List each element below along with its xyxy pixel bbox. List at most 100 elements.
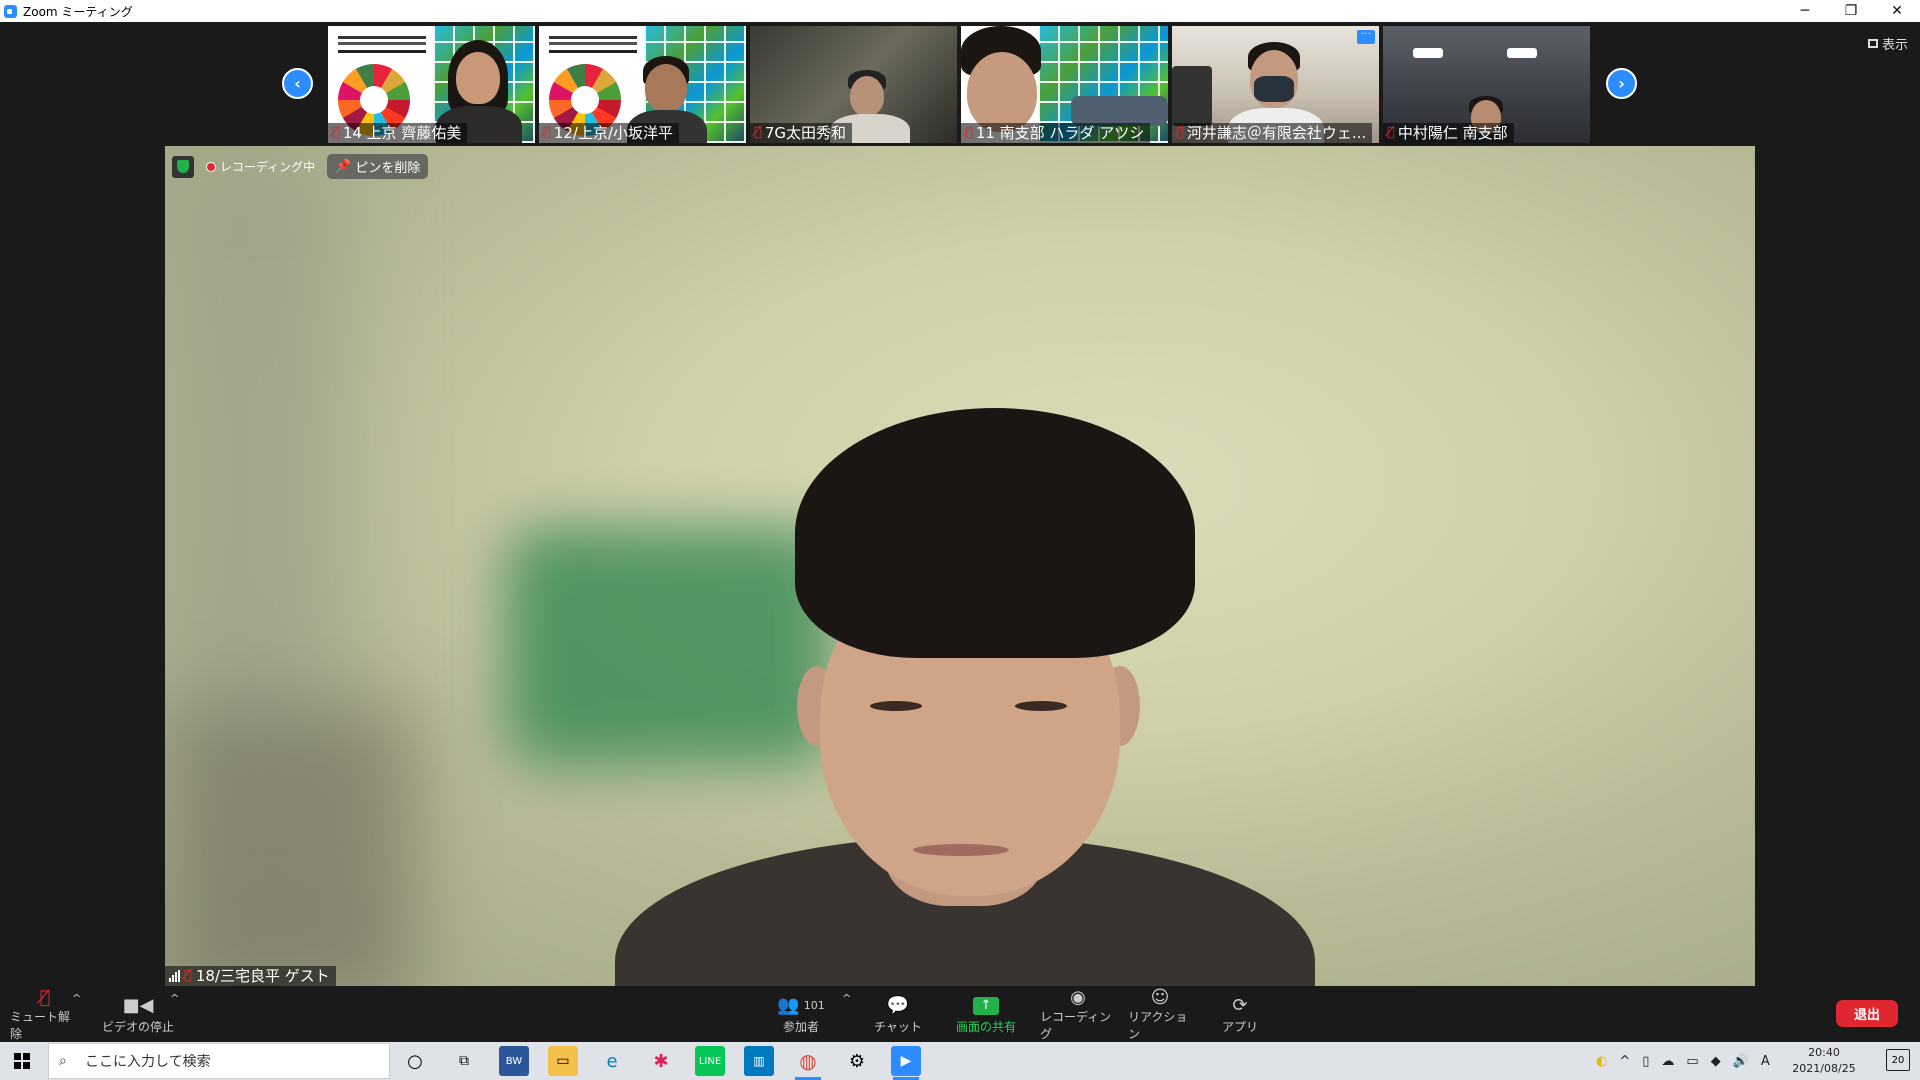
trello-icon[interactable]: ▥ xyxy=(744,1046,774,1076)
dropbox-icon[interactable]: ◆ xyxy=(1711,1054,1721,1069)
reactions-label: リアクション xyxy=(1128,1010,1188,1041)
edge-browser-icon[interactable]: e xyxy=(597,1046,627,1076)
unmute-button[interactable]: 🎙̸ ミュート解除 xyxy=(10,986,80,1042)
speaker-eye-right xyxy=(1015,701,1067,711)
zoom-taskbar-icon[interactable]: ▶ xyxy=(891,1046,921,1080)
participant-name-label: 🎙̸ 7G太田秀和 xyxy=(750,123,852,143)
next-arrow-glyph: › xyxy=(1618,74,1625,93)
unmute-label: ミュート解除 xyxy=(10,1010,71,1041)
taskbar-search-box[interactable]: ⌕ ここに入力して検索 xyxy=(48,1043,390,1079)
participant-tile[interactable]: 🎙̸ 12/上京/小坂洋平 xyxy=(539,26,746,143)
chrome-browser-icon[interactable]: ◍ xyxy=(793,1046,823,1080)
network-icon[interactable]: ▭ xyxy=(1686,1054,1698,1069)
view-label: 表示 xyxy=(1881,38,1908,53)
ime-indicator[interactable]: A xyxy=(1761,1054,1770,1069)
view-toggle-button[interactable]: 表示 xyxy=(1867,34,1908,53)
system-tray: ◐ ^ ▯ ☁ ▭ ◆ 🔊 A xyxy=(1596,1042,1770,1080)
apps-button[interactable]: ⟳ アプリ xyxy=(1220,986,1260,1042)
video-options-caret-icon[interactable]: ^ xyxy=(170,992,179,1005)
recording-dot-icon xyxy=(206,161,216,172)
background-object xyxy=(1071,96,1168,126)
participant-face xyxy=(967,52,1037,132)
background-blur xyxy=(165,146,345,746)
chat-bubble-icon: 💬 xyxy=(886,995,910,1016)
speaker-name: 18/三宅良平 ゲスト xyxy=(195,967,330,985)
participants-label: 参加者 xyxy=(782,1019,819,1034)
pin-icon: 📌 xyxy=(335,159,352,174)
chat-button[interactable]: 💬 チャット xyxy=(870,986,926,1042)
smiley-icon: ☺ xyxy=(1150,986,1170,1008)
background-green-object xyxy=(505,526,835,766)
security-shield-icon[interactable] xyxy=(172,155,194,178)
recording-label: レコーディング中 xyxy=(220,160,316,174)
participant-tile[interactable]: 🎙̸ 14 上京 齊藤佑美 xyxy=(328,26,535,143)
speaker-name-label: 🎙̸ 18/三宅良平 ゲスト xyxy=(165,966,336,986)
speaker-hair xyxy=(795,408,1195,658)
file-explorer-icon[interactable]: ▭ xyxy=(548,1046,578,1076)
tray-cloud-icon[interactable]: ☁ xyxy=(1661,1054,1674,1069)
clock-time: 20:40 xyxy=(1808,1046,1840,1059)
participant-tile[interactable]: 🎙̸ 7G太田秀和 xyxy=(750,26,957,143)
participant-name-label: 🎙̸ 11 南支部 ハラダ アツシ xyxy=(961,123,1151,143)
unpin-button[interactable]: 📌 ピンを削除 xyxy=(327,154,429,179)
participant-name-label: 🎙̸ 河井謙志＠有限会社ウェ... xyxy=(1172,123,1373,143)
participant-name: 河井謙志＠有限会社ウェ... xyxy=(1186,124,1367,142)
weather-moon-icon[interactable]: ◐ xyxy=(1596,1054,1607,1069)
clock-date: 2021/08/25 xyxy=(1792,1062,1856,1075)
participants-options-caret-icon[interactable]: ^ xyxy=(842,992,851,1005)
participant-tile[interactable]: 🎙̸ 11 南支部 ハラダ アツシ xyxy=(961,26,1168,143)
speaker-mouth xyxy=(913,844,1009,856)
active-speaker-video[interactable] xyxy=(165,146,1755,986)
volume-icon[interactable]: 🔊 xyxy=(1733,1054,1749,1069)
face-mask xyxy=(1254,76,1294,102)
system-clock[interactable]: 20:40 2021/08/25 xyxy=(1784,1045,1864,1077)
mic-muted-icon: 🎙̸ xyxy=(1176,125,1184,140)
share-screen-button[interactable]: ↑ 画面の共有 xyxy=(950,986,1022,1042)
mic-muted-icon: 🎙̸ xyxy=(754,125,762,140)
prev-page-arrow-icon[interactable]: ‹ xyxy=(282,68,313,99)
tray-device-icon[interactable]: ▯ xyxy=(1642,1054,1649,1069)
notification-center-icon[interactable]: 20 xyxy=(1886,1049,1910,1071)
mic-muted-icon: 🎙̸ xyxy=(39,986,51,1008)
windows-taskbar: ⌕ ここに入力して検索 ○ ⧉ BW ▭ e ✱ LINE ▥ ◍ ⚙ ▶ ◐ … xyxy=(0,1042,1920,1080)
ceiling-light xyxy=(1413,48,1443,58)
participant-name: 12/上京/小坂洋平 xyxy=(553,124,674,142)
task-view-icon[interactable]: ⧉ xyxy=(449,1046,479,1076)
cortana-icon[interactable]: ○ xyxy=(400,1046,430,1076)
background-dark-object xyxy=(165,706,415,986)
participants-button[interactable]: 👥 101 参加者 xyxy=(766,986,836,1042)
search-icon: ⌕ xyxy=(59,1053,67,1069)
share-screen-label: 画面の共有 xyxy=(955,1019,1016,1034)
minimize-button[interactable]: ─ xyxy=(1782,0,1828,22)
record-button[interactable]: ◉ レコーディング xyxy=(1040,986,1116,1042)
participant-tile[interactable]: 🎙̸ 中村陽仁 南支部 xyxy=(1383,26,1590,143)
more-options-button[interactable]: ··· xyxy=(1357,30,1375,44)
reactions-button[interactable]: ☺ リアクション xyxy=(1128,986,1192,1042)
participant-face xyxy=(456,52,500,104)
unpin-label: ピンを削除 xyxy=(355,161,421,176)
leave-meeting-button[interactable]: 退出 xyxy=(1836,1000,1898,1027)
tray-expand-icon[interactable]: ^ xyxy=(1619,1054,1630,1069)
close-button[interactable]: ✕ xyxy=(1874,0,1920,22)
settings-gear-icon[interactable]: ⚙ xyxy=(842,1046,872,1076)
video-camera-icon: ■◀ xyxy=(122,995,154,1016)
participants-count: 101 xyxy=(803,999,825,1012)
app-icon-bw[interactable]: BW xyxy=(499,1046,529,1076)
participant-tile[interactable]: ··· 🎙̸ 河井謙志＠有限会社ウェ... xyxy=(1172,26,1379,143)
record-icon: ◉ xyxy=(1070,986,1086,1008)
participant-face xyxy=(645,64,687,112)
slack-icon[interactable]: ✱ xyxy=(646,1046,676,1076)
share-screen-icon: ↑ xyxy=(973,994,999,1018)
mic-muted-icon: 🎙̸ xyxy=(543,125,551,140)
participant-face xyxy=(850,76,884,116)
mic-muted-icon: 🎙̸ xyxy=(1387,125,1395,140)
audio-options-caret-icon[interactable]: ^ xyxy=(72,992,81,1005)
recording-indicator[interactable]: レコーディング中 xyxy=(202,158,319,175)
next-page-arrow-icon[interactable]: › xyxy=(1606,68,1637,99)
stop-video-button[interactable]: ■◀ ビデオの停止 xyxy=(100,986,176,1042)
mic-muted-icon: 🎙̸ xyxy=(332,125,340,140)
restore-button[interactable]: ❐ xyxy=(1828,0,1874,22)
slide-text xyxy=(338,36,426,39)
windows-start-icon[interactable] xyxy=(14,1053,30,1069)
line-app-icon[interactable]: LINE xyxy=(695,1046,725,1076)
